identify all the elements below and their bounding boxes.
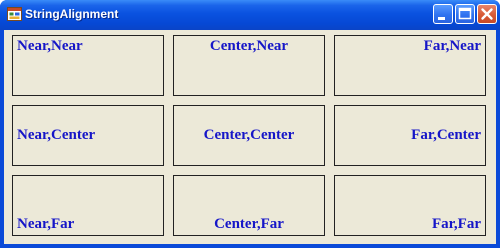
panel-far-center: Far,Center — [334, 105, 486, 166]
panel-far-far: Far,Far — [334, 175, 486, 236]
panel-label: Far,Center — [411, 127, 481, 143]
panel-label: Center,Center — [203, 127, 295, 143]
panel-far-near: Far,Near — [334, 35, 486, 96]
client-area: Near,Near Center,Near Far,Near Near,Cent… — [4, 30, 496, 244]
panel-label: Near,Near — [17, 38, 83, 54]
maximize-icon — [458, 7, 472, 20]
panel-near-near: Near,Near — [12, 35, 164, 96]
minimize-icon — [438, 17, 445, 20]
panel-label: Near,Center — [17, 127, 96, 143]
window-title: StringAlignment — [25, 7, 119, 21]
title-bar[interactable]: StringAlignment — [0, 0, 500, 30]
minimize-button[interactable] — [433, 4, 453, 24]
panel-label: Center,Far — [214, 216, 284, 232]
panel-center-near: Center,Near — [173, 35, 325, 96]
application-window: StringAlignment Near,Near Center,Near Fa… — [0, 0, 500, 248]
panel-label: Far,Near — [423, 38, 481, 54]
panel-center-center: Center,Center — [173, 105, 325, 166]
panel-label: Near,Far — [17, 216, 75, 232]
panel-label: Far,Far — [431, 216, 481, 232]
panel-center-far: Center,Far — [173, 175, 325, 236]
close-button[interactable] — [477, 4, 497, 24]
panel-label: Center,Near — [209, 38, 289, 54]
windows-form-icon[interactable] — [7, 7, 22, 21]
panel-near-center: Near,Center — [12, 105, 164, 166]
maximize-button[interactable] — [455, 4, 475, 24]
close-icon — [481, 8, 493, 20]
panel-near-far: Near,Far — [12, 175, 164, 236]
